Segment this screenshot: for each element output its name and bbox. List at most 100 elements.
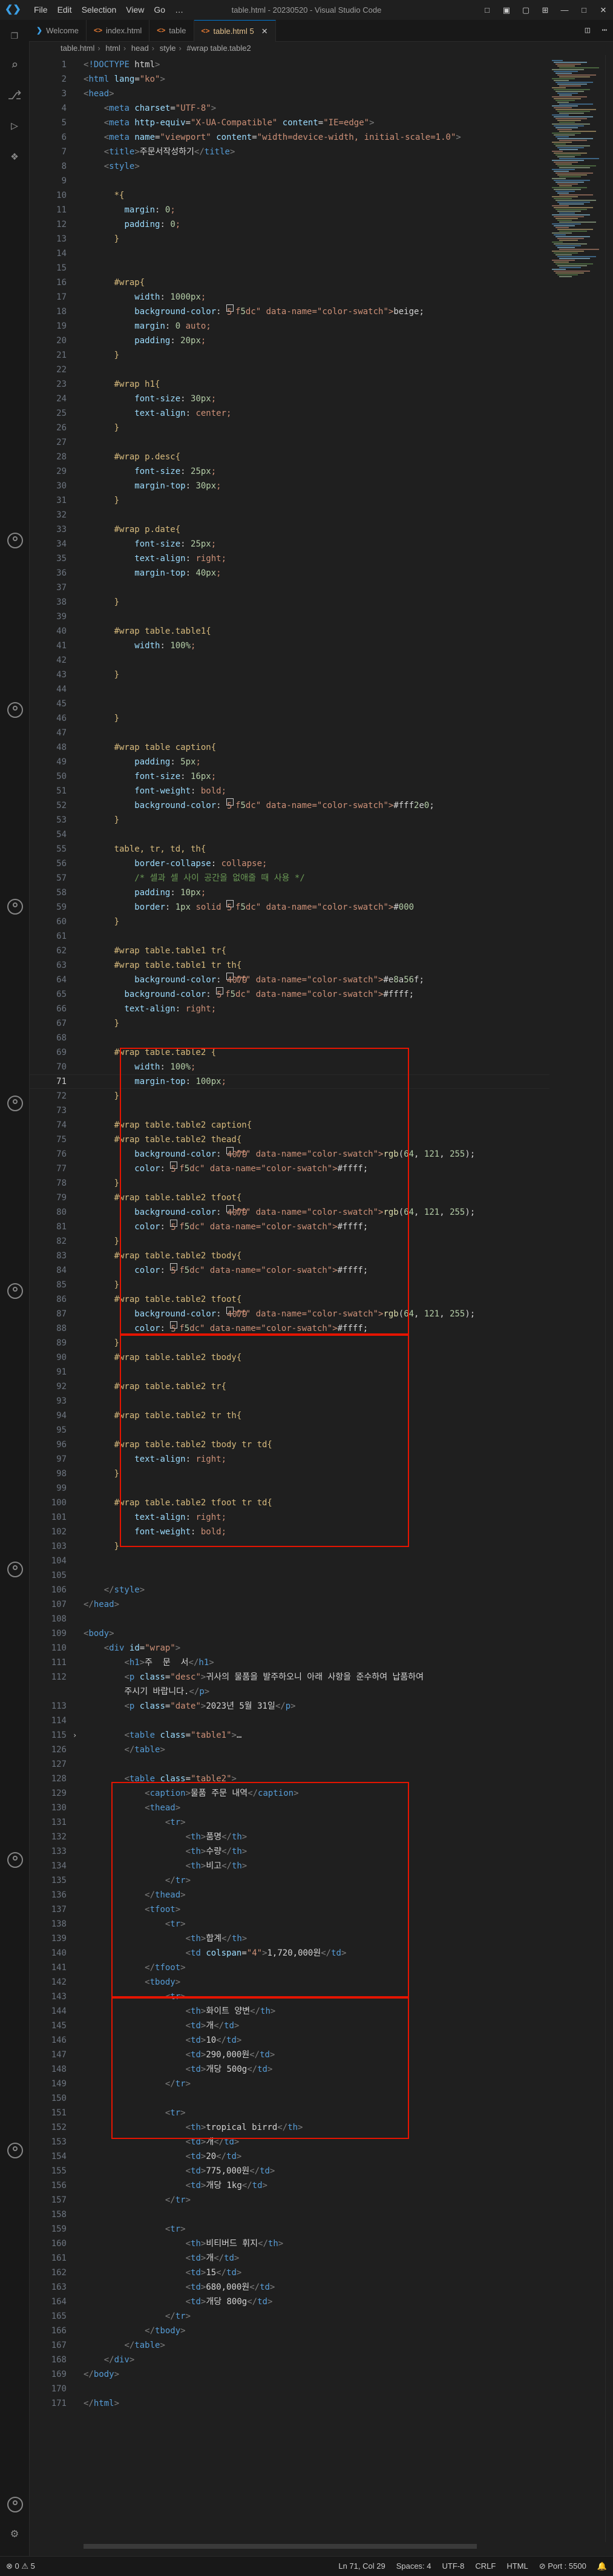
close-icon[interactable]: ✕ <box>261 21 268 42</box>
gear-icon[interactable]: ⚙ <box>7 2526 22 2540</box>
code-line[interactable]: padding: 0; <box>84 217 180 232</box>
code-line[interactable]: <td colspan="4">1,720,000원</td> <box>84 1946 347 1960</box>
menu-view[interactable]: View <box>121 0 149 20</box>
code-line[interactable]: } <box>84 595 119 610</box>
code-line[interactable]: } <box>84 421 119 435</box>
code-line[interactable]: background-color: 4079ff" data-name="col… <box>84 1147 475 1162</box>
code-line[interactable]: #wrap table.table2 thead{ <box>84 1132 242 1147</box>
code-line[interactable]: font-size: 25px; <box>84 537 216 551</box>
encoding[interactable]: UTF-8 <box>442 2557 465 2576</box>
code-line[interactable]: background-color: 4079ff" data-name="col… <box>84 1307 475 1321</box>
code-line[interactable]: text-align: center; <box>84 406 231 421</box>
account-icon[interactable] <box>7 1283 23 1299</box>
tab-index-html[interactable]: <> index.html <box>87 20 150 41</box>
code-line[interactable]: } <box>84 1234 119 1249</box>
code-line[interactable]: margin-top: 30px; <box>84 479 221 493</box>
menu-go[interactable]: Go <box>149 0 170 20</box>
code-line[interactable]: table, tr, td, th{ <box>84 842 206 856</box>
code-line[interactable]: font-size: 16px; <box>84 769 216 784</box>
code-line[interactable]: <th>tropical birrd</th> <box>84 2120 303 2135</box>
code-line[interactable]: border-collapse: collapse; <box>84 856 267 871</box>
code-line[interactable]: <tr> <box>84 1917 186 1931</box>
code-line[interactable]: </tr> <box>84 2309 191 2324</box>
code-line[interactable]: <p class="desc">귀사의 물품을 발주하오니 아래 사항을 준수하… <box>84 1670 424 1684</box>
tab-table[interactable]: <> table <box>149 20 194 41</box>
code-line[interactable]: <td>20</td> <box>84 2149 242 2164</box>
code-line[interactable]: text-align: right; <box>84 1510 226 1525</box>
code-line[interactable]: #wrap p.desc{ <box>84 450 181 464</box>
code-line[interactable]: } <box>84 711 119 726</box>
code-line[interactable]: margin-top: 40px; <box>84 566 221 580</box>
code-line[interactable]: color: 5 f5dc" data-name="color-swatch">#… <box>84 1162 368 1176</box>
explorer-icon[interactable]: ❐ <box>7 27 22 42</box>
code-line[interactable]: margin: 0; <box>84 203 175 217</box>
run-debug-icon[interactable]: ▷ <box>7 118 22 133</box>
code-line[interactable]: #wrap table.table2 tbody tr td{ <box>84 1438 272 1452</box>
account-icon[interactable] <box>7 2497 23 2512</box>
code-line[interactable]: #wrap table.table2 tbody{ <box>84 1350 242 1365</box>
code-line[interactable]: <meta charset="UTF-8"> <box>84 101 217 116</box>
menu-edit[interactable]: Edit <box>53 0 77 20</box>
more-actions-icon[interactable]: ⋯ <box>596 20 613 41</box>
code-line[interactable]: font-weight: bold; <box>84 784 226 798</box>
code-line[interactable]: padding: 5px; <box>84 755 201 769</box>
code-line[interactable]: background-color: 4079ff" data-name="col… <box>84 1205 475 1220</box>
account-icon[interactable] <box>7 2143 23 2158</box>
close-window-button[interactable]: ✕ <box>594 0 613 20</box>
code-line[interactable]: background-color: 4079ff" data-name="col… <box>84 973 424 987</box>
code-line[interactable]: </thead> <box>84 1888 185 1902</box>
code-line[interactable]: </head> <box>84 1597 119 1612</box>
code-line[interactable]: border: 1px solid 5 f5dc" data-name="colo… <box>84 900 414 915</box>
account-icon[interactable] <box>7 899 23 915</box>
code-line[interactable]: #wrap table.table1 tr th{ <box>84 958 242 973</box>
code-line[interactable]: } <box>84 232 119 246</box>
split-editor-icon[interactable]: ◫ <box>579 20 596 41</box>
code-line[interactable]: #wrap table.table2 tfoot{ <box>84 1191 242 1205</box>
code-line[interactable]: #wrap table.table2 caption{ <box>84 1118 252 1132</box>
code-line[interactable]: } <box>84 915 119 929</box>
horizontal-scrollbar[interactable] <box>84 2542 549 2549</box>
code-line[interactable]: <th>합계</th> <box>84 1931 247 1946</box>
breadcrumb-item[interactable]: head <box>131 44 149 53</box>
account-icon[interactable] <box>7 702 23 718</box>
code-line[interactable]: padding: 20px; <box>84 334 206 348</box>
code-line[interactable]: <td>개</td> <box>84 2251 240 2266</box>
code-line[interactable]: color: 5 f5dc" data-name="color-swatch">#… <box>84 1321 368 1336</box>
code-line[interactable]: <caption>물품 주문 내역</caption> <box>84 1786 298 1801</box>
code-line[interactable]: background-color: 5 f5dc" data-name="colo… <box>84 798 434 813</box>
code-line[interactable]: <tbody> <box>84 1975 180 1990</box>
code-line[interactable]: color: 5 f5dc" data-name="color-swatch">#… <box>84 1263 368 1278</box>
extensions-icon[interactable]: ❖ <box>7 148 22 163</box>
code-line[interactable]: font-size: 30px; <box>84 392 216 406</box>
code-line[interactable]: <p class="date">2023년 5월 31일</p> <box>84 1699 295 1714</box>
code-line[interactable]: text-align: right; <box>84 1452 226 1467</box>
code-line[interactable]: </tr> <box>84 2077 191 2091</box>
notifications-bell-icon[interactable]: 🔔 <box>597 2557 607 2576</box>
code-line[interactable]: } <box>84 813 119 827</box>
code-line[interactable]: </table> <box>84 2338 165 2353</box>
code-line[interactable]: } <box>84 1176 119 1191</box>
code-line[interactable]: #wrap table.table2 tbody{ <box>84 1249 242 1263</box>
language-mode[interactable]: HTML <box>506 2557 528 2576</box>
layout-secondary-icon[interactable]: ▢ <box>516 0 536 20</box>
minimize-button[interactable]: — <box>555 0 574 20</box>
code-line[interactable]: </body> <box>84 2367 119 2382</box>
code-line[interactable]: #wrap table caption{ <box>84 740 217 755</box>
customize-layout-icon[interactable]: ⊞ <box>536 0 555 20</box>
code-line[interactable]: <body> <box>84 1626 114 1641</box>
code-line[interactable]: text-align: right; <box>84 551 226 566</box>
code-line[interactable]: <th>비고</th> <box>84 1859 247 1873</box>
code-line[interactable]: <td>10</td> <box>84 2033 242 2048</box>
code-line[interactable]: <div id="wrap"> <box>84 1641 180 1655</box>
code-line[interactable]: background-color: 5 f5dc" data-name="colo… <box>84 987 414 1002</box>
code-line[interactable]: </tfoot> <box>84 1960 185 1975</box>
code-line[interactable]: <th>비티버드 휘지</th> <box>84 2236 284 2251</box>
code-line[interactable]: } <box>84 1336 119 1350</box>
code-line[interactable]: <table class="table2"> <box>84 1772 237 1786</box>
code-line[interactable]: <td>개당 1kg</td> <box>84 2178 267 2193</box>
breadcrumb-item[interactable]: table.html <box>61 44 94 53</box>
code-line[interactable]: } <box>84 668 119 682</box>
code-line[interactable]: } <box>84 1467 119 1481</box>
scrollbar-thumb[interactable] <box>84 2544 477 2549</box>
breadcrumb-item[interactable]: #wrap table.table2 <box>186 44 251 53</box>
